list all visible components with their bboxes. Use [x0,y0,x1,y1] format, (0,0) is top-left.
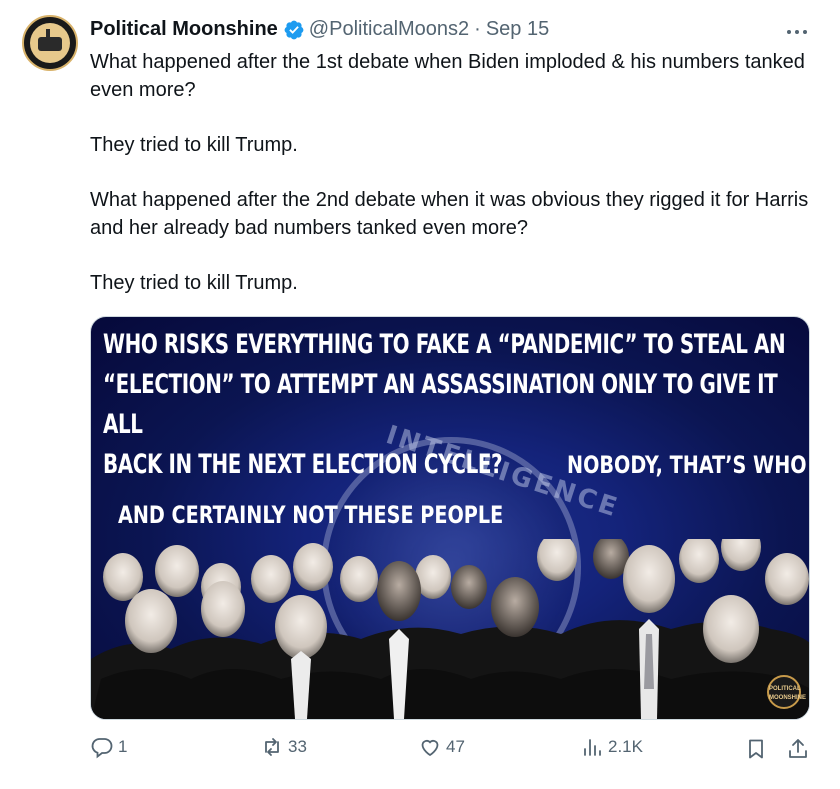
display-name[interactable]: Political Moonshine [90,18,278,41]
reply-button[interactable]: 1 [90,735,127,759]
like-button[interactable]: 47 [418,735,465,759]
more-icon[interactable] [784,22,810,42]
views-count: 2.1K [608,737,643,756]
tweet-text: What happened after the 1st debate when … [90,48,815,297]
like-count: 47 [446,737,465,756]
share-icon[interactable] [786,737,810,761]
separator: · [474,18,481,40]
avatar[interactable] [22,15,78,71]
views-icon [584,739,601,756]
heart-icon [421,739,439,757]
repost-count: 33 [288,737,307,756]
handle[interactable]: @PoliticalMoons2 [309,18,469,41]
repost-button[interactable]: 33 [260,735,307,759]
crowd-photo [91,539,809,719]
views-button[interactable]: 2.1K [580,735,643,759]
verified-badge-icon [284,20,304,39]
tweet-header: Political Moonshine @PoliticalMoons2 · S… [90,18,549,41]
action-bar: 1 33 47 2.1K [90,735,812,765]
repost-icon [265,738,279,756]
tweet-image[interactable]: INTELLIGENCE WHO RISKS EVERYTHING TO FAK… [90,316,810,720]
reply-count: 1 [118,737,128,756]
tweet-paragraph: What happened after the 1st debate when … [90,51,805,101]
tweet-paragraph: They tried to kill Trump. [90,134,298,156]
reply-icon [91,738,113,759]
image-caption-nobody: NOBODY, THAT’S WHO [567,451,807,479]
tweet-paragraph: What happened after the 2nd debate when … [90,189,809,239]
bookmark-icon[interactable] [744,737,768,761]
timestamp[interactable]: Sep 15 [486,18,549,41]
image-caption-certainly: AND CERTAINLY NOT THESE PEOPLE [118,501,504,529]
watermark-logo: POLITICAL MOONSHINE [767,675,806,709]
tweet-paragraph: They tried to kill Trump. [90,272,298,294]
